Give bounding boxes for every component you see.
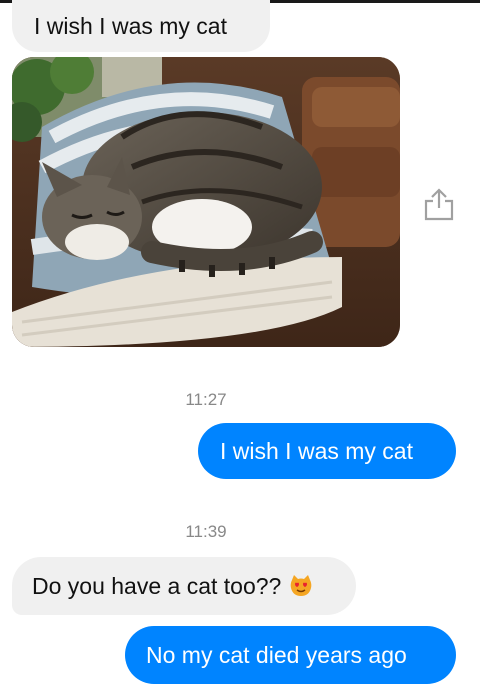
message-text: No my cat died years ago	[146, 641, 407, 668]
cat-photo-image	[12, 57, 400, 347]
incoming-message-bubble[interactable]: I wish I was my cat	[12, 0, 270, 52]
message-text: Do you have a cat too??	[32, 572, 282, 599]
message-text: I wish I was my cat	[34, 12, 227, 39]
outgoing-message-bubble[interactable]: I wish I was my cat	[198, 423, 456, 479]
heart-eyes-cat-emoji	[291, 575, 312, 596]
share-icon[interactable]	[421, 186, 457, 222]
incoming-message-bubble[interactable]: Do you have a cat too??	[12, 557, 356, 615]
message-thread: I wish I was my cat 11:27 I wish I was m…	[0, 0, 480, 686]
cat-photo-attachment[interactable]	[12, 57, 400, 347]
message-text: I wish I was my cat	[220, 437, 413, 464]
outgoing-message-bubble[interactable]: No my cat died years ago	[125, 626, 456, 684]
timestamp: 11:27	[185, 390, 227, 409]
timestamp: 11:39	[185, 522, 227, 541]
